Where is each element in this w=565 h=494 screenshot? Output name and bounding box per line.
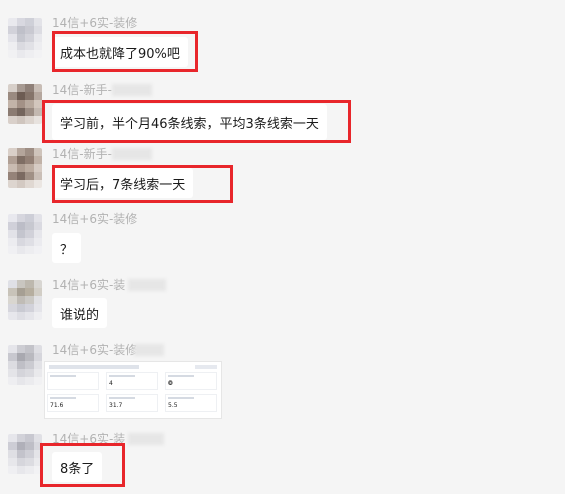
stat-value: 4 (109, 380, 113, 387)
stat-value: 31.7 (109, 402, 123, 409)
image-header-right (195, 365, 217, 369)
sender-name: 14信+6实-装 (52, 278, 126, 292)
stat-cell: 31.7 (106, 394, 158, 412)
avatar[interactable] (8, 84, 42, 124)
sender-name: 14信-新手- (52, 83, 112, 97)
message-bubble[interactable]: ？ (52, 233, 82, 263)
message-bubble[interactable]: 谁说的 (52, 298, 108, 328)
stat-cell: 4 (106, 372, 158, 390)
sender-name: 14信+6实-装修 (52, 16, 138, 30)
name-redaction (128, 279, 166, 291)
avatar[interactable] (8, 214, 42, 254)
image-header (49, 365, 139, 369)
avatar[interactable] (8, 18, 42, 58)
avatar[interactable] (8, 345, 42, 385)
highlight-box (42, 100, 351, 143)
highlight-box (52, 165, 233, 203)
sender-name: 14信+6实-装修 (52, 343, 138, 357)
stat-value: 71.6 (50, 402, 64, 409)
highlight-box (40, 443, 125, 487)
stat-value-extra: 0 (169, 380, 173, 387)
highlight-box (52, 31, 198, 72)
avatar[interactable] (8, 434, 42, 474)
avatar[interactable] (8, 280, 42, 320)
name-redaction (128, 433, 164, 445)
stat-cell: 5.5 (165, 394, 217, 412)
name-redaction (112, 148, 152, 160)
name-redaction (134, 344, 164, 356)
stat-value: 5.5 (168, 402, 178, 409)
stat-cell: 71.6 (47, 394, 99, 412)
sender-name: 14信-新手- (52, 147, 112, 161)
avatar[interactable] (8, 148, 42, 188)
stat-cell (47, 372, 99, 390)
name-redaction (112, 84, 152, 96)
sender-name: 14信+6实-装修 (52, 212, 138, 226)
shared-image-thumbnail[interactable]: 4 0 71.6 31.7 5.5 0 (44, 361, 222, 419)
